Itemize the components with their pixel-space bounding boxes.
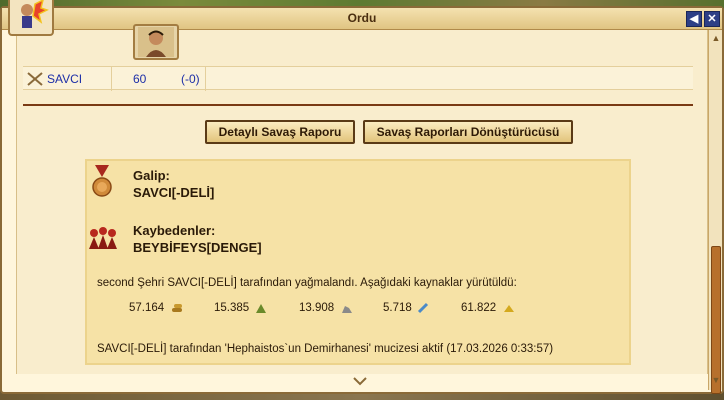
warrior-icon <box>21 0 49 28</box>
winner-name[interactable]: SAVCI[-DELİ] <box>133 185 214 200</box>
iron-icon <box>342 306 352 313</box>
resource-iron-value: 13.908 <box>299 302 335 314</box>
avatar-portrait-icon <box>138 27 174 57</box>
chevron-down-icon[interactable] <box>352 376 368 386</box>
player-link[interactable]: SAVCI <box>47 72 82 86</box>
scroll-up-icon[interactable]: ▲ <box>710 32 722 44</box>
detailed-report-button[interactable]: Detaylı Savaş Raporu <box>205 120 355 144</box>
unit-count: 60 <box>133 72 147 86</box>
vertical-scrollbar[interactable]: ▲ ▼ <box>708 30 722 394</box>
resource-gold-value: 61.822 <box>461 302 497 314</box>
resource-crop-value: 5.718 <box>383 302 412 314</box>
report-converter-button[interactable]: Savaş Raporları Dönüştürücüsü <box>363 120 573 144</box>
titlebar: Ordu ◀ ✕ <box>2 8 722 30</box>
crossed-swords-icon <box>27 72 43 86</box>
battle-report-box: Galip: SAVCI[-DELİ] Kaybedenler: BEYBİFE… <box>85 159 631 365</box>
crop-icon <box>417 302 429 314</box>
table-row: SAVCI 60 (-0) <box>23 66 693 91</box>
clay-icon <box>256 304 266 313</box>
close-button[interactable]: ✕ <box>704 11 720 27</box>
scroll-thumb[interactable] <box>711 246 721 394</box>
winner-label: Galip: <box>133 168 170 183</box>
wonder-text: SAVCI[-DELİ] tarafından 'Hephaistos`un D… <box>97 343 554 355</box>
plunder-text: second Şehri SAVCI[-DELİ] tarafından yağ… <box>97 277 517 289</box>
gold-icon <box>504 305 514 312</box>
fallen-soldiers-icon <box>89 227 117 249</box>
medal-icon <box>92 165 112 197</box>
resource-wood-value: 57.164 <box>129 302 165 314</box>
back-button[interactable]: ◀ <box>686 11 702 27</box>
unit-loss: (-0) <box>181 72 200 86</box>
window-title: Ordu <box>347 11 377 25</box>
report-content: SAVCI 60 (-0) Detaylı Savaş Raporu Savaş… <box>16 24 708 374</box>
losers-name[interactable]: BEYBİFEYS[DENGE] <box>133 240 262 255</box>
army-logo <box>8 0 54 36</box>
wood-icon <box>172 304 182 312</box>
army-window: Ordu ◀ ✕ SAVCI 60 (-0) Detaylı Savaş Rap… <box>0 6 724 394</box>
scroll-down-icon[interactable]: ▼ <box>710 374 722 386</box>
losers-label: Kaybedenler: <box>133 223 216 238</box>
divider <box>23 104 693 106</box>
resource-clay-value: 15.385 <box>214 302 250 314</box>
player-avatar <box>133 24 179 60</box>
